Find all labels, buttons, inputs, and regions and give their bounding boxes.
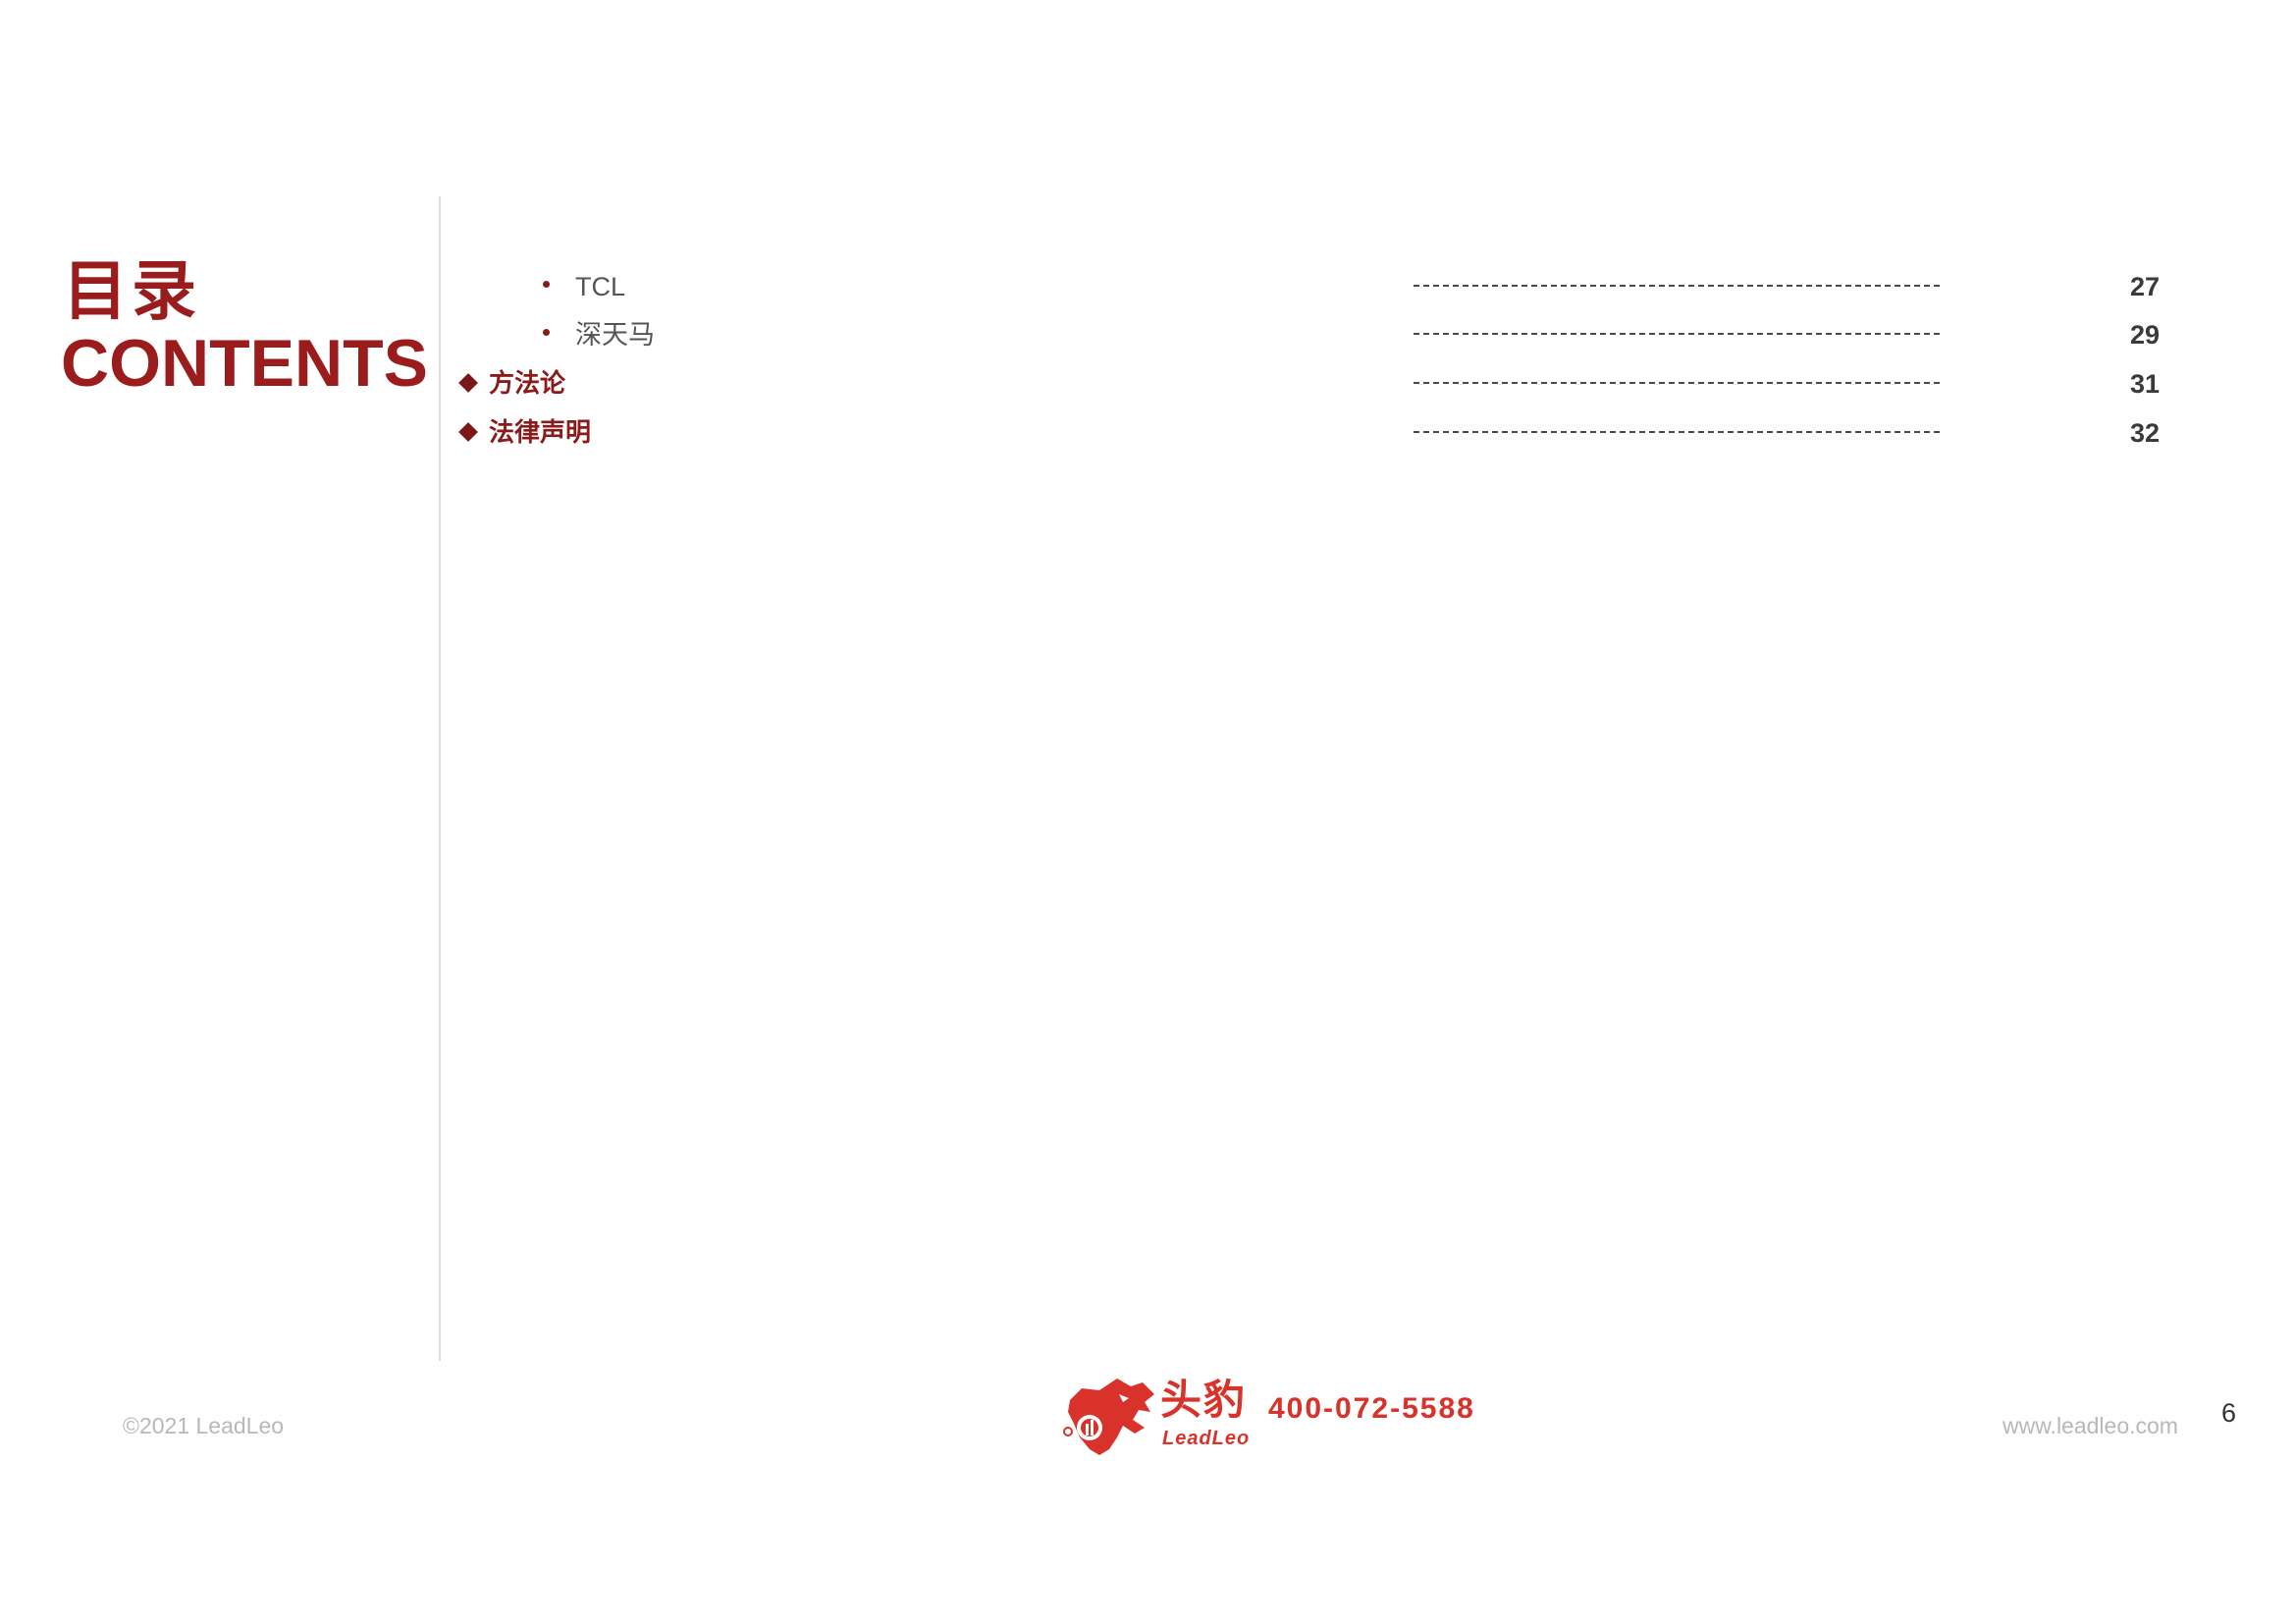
bullet-icon (543, 281, 550, 288)
diamond-bullet-icon (458, 373, 478, 393)
toc-entry-label: 法律声明 (489, 418, 592, 448)
toc-page-number: 31 (2129, 369, 2160, 399)
vertical-divider (439, 196, 441, 1361)
brand-name-en: LeadLeo (1162, 1428, 1251, 1449)
toc-entry-legal[interactable]: 法律声明 32 (452, 413, 2199, 457)
toc-page-number: 32 (2129, 418, 2160, 448)
document-page: 目录 CONTENTS TCL 27 深天马 29 方法论 31 法律声明 32… (0, 0, 2296, 1624)
contents-title-en: CONTENTS (61, 326, 428, 401)
leopard-logo-icon (1063, 1379, 1154, 1455)
brand-name-cn: 头豹 (1160, 1376, 1248, 1424)
toc-entry-tcl[interactable]: TCL 27 (452, 267, 2199, 310)
bullet-icon (543, 329, 550, 336)
toc-leader-dashes (1414, 333, 1940, 335)
footer-website[interactable]: www.leadleo.com (2002, 1411, 2178, 1440)
toc-entry-label: 深天马 (575, 320, 655, 350)
toc-entry-label: 方法论 (489, 369, 566, 399)
hotline-number: 400-072-5588 (1268, 1392, 1475, 1425)
toc-page-number: 29 (2129, 320, 2160, 350)
toc-entry-label: TCL (575, 272, 626, 301)
page-number: 6 (2221, 1398, 2237, 1428)
toc-entry-methodology[interactable]: 方法论 31 (452, 364, 2199, 407)
toc-entry-tianma[interactable]: 深天马 29 (452, 315, 2199, 358)
contents-title-cn: 目录 (63, 253, 200, 329)
diamond-bullet-icon (458, 422, 478, 442)
footer-copyright: ©2021 LeadLeo (123, 1413, 285, 1438)
toc-leader-dashes (1414, 382, 1940, 384)
toc-leader-dashes (1414, 285, 1940, 287)
toc-page-number: 27 (2129, 272, 2160, 301)
toc-leader-dashes (1414, 431, 1940, 433)
